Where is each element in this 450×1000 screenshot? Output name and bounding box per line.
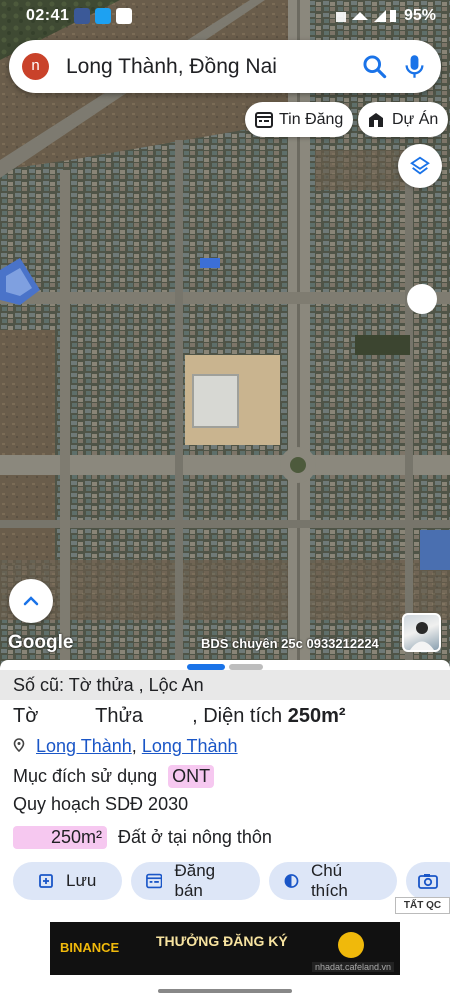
purpose-row: Mục đích sử dụng ONT [13, 765, 215, 788]
purpose-label: Mục đích sử dụng [13, 766, 158, 786]
ad-brand: BINANCE [60, 940, 120, 955]
post-sale-button-label: Đăng bán [174, 861, 216, 900]
chevron-up-icon [23, 596, 39, 606]
area-prefix: , Diện tích [192, 705, 283, 727]
account-avatar[interactable]: n [22, 53, 49, 80]
save-button-label: Lưu [66, 871, 97, 890]
signal-wifi-icon [335, 10, 396, 22]
microphone-icon[interactable] [401, 53, 428, 80]
system-nav-bar [0, 985, 450, 1000]
area-value: 250m² [287, 705, 346, 727]
twitter-icon [95, 8, 111, 24]
planning-area-badge: 250m² [13, 826, 107, 849]
home-gesture-pill[interactable] [158, 989, 292, 993]
planning-label: Quy hoạch SDĐ 2030 [13, 794, 189, 814]
battery-level: 95% [403, 7, 436, 24]
add-bookmark-icon [39, 874, 53, 888]
camera-button[interactable] [406, 862, 450, 900]
expand-up-button[interactable] [9, 579, 53, 623]
city-link[interactable]: Long Thành [142, 736, 238, 756]
old-parcel-row: Số cũ: Tờ thửa , Lộc An [0, 670, 450, 700]
parcel-title: Tờ Thửa , Diện tích 250m² [13, 705, 346, 728]
post-sale-button[interactable]: Đăng bán [131, 861, 260, 900]
sheet-prefix: Tờ [13, 705, 39, 727]
planning-desc: Đất ở tại nông thôn [118, 827, 272, 847]
location-row: Long Thành, Long Thành [13, 736, 238, 757]
legend-button-label: Chú thích [310, 861, 348, 900]
listings-chip[interactable]: Tin Đăng [245, 102, 354, 137]
planning-row: 250m² Đất ở tại nông thôn [13, 826, 272, 849]
ad-banner[interactable]: BINANCE THƯỞNG ĐĂNG KÝ nhadat.cafeland.v… [50, 922, 400, 975]
satellite-map[interactable]: 02:41 95% n Long Thành, Đồng Nai Tin Đăn… [0, 0, 450, 665]
buildings-icon [369, 112, 383, 127]
agent-avatar[interactable] [402, 613, 441, 652]
contrast-icon [284, 874, 299, 888]
scroll-handle[interactable] [407, 284, 437, 314]
layers-button[interactable] [398, 144, 442, 188]
coin-icon [338, 932, 364, 958]
facebook-icon [74, 8, 90, 24]
ad-promo-text: THƯỞNG ĐĂNG KÝ [156, 933, 288, 949]
parcel-info-sheet[interactable]: Số cũ: Tờ thửa , Lộc An Tờ Thửa , Diện t… [0, 660, 450, 920]
system-icons: 95% [335, 7, 436, 25]
location-pin-icon [13, 738, 25, 753]
location-separator: , [131, 736, 137, 756]
listings-chip-label: Tin Đăng [279, 110, 344, 128]
clock: 02:41 [26, 7, 70, 24]
satellite-imagery [0, 0, 450, 665]
legend-button[interactable]: Chú thích [269, 861, 397, 900]
save-button[interactable]: Lưu [13, 862, 122, 900]
search-icon[interactable] [361, 53, 388, 80]
purpose-code-badge: ONT [168, 765, 215, 788]
agent-photo [410, 622, 434, 650]
agent-label[interactable]: BDS chuyên 25c 0933212224 [201, 636, 379, 651]
old-parcel-info: Số cũ: Tờ thửa , Lộc An [13, 675, 204, 695]
layers-icon [410, 156, 430, 175]
status-bar: 02:41 95% [0, 0, 450, 32]
app-icon [116, 8, 132, 24]
search-input[interactable]: Long Thành, Đồng Nai [66, 55, 277, 79]
google-logo: Google [8, 632, 74, 653]
district-link[interactable]: Long Thành [36, 736, 132, 756]
notification-icons [74, 8, 132, 24]
ad-source: nhadat.cafeland.vn [312, 962, 395, 972]
projects-chip[interactable]: Dự Án [358, 102, 449, 137]
action-row: Lưu Đăng bán Chú thích [13, 861, 450, 900]
listing-icon [146, 873, 163, 889]
calendar-list-icon [255, 111, 273, 128]
projects-chip-label: Dự Án [392, 110, 439, 128]
close-ads-button[interactable]: TẤT QC [395, 897, 450, 914]
plot-prefix: Thửa [95, 705, 143, 727]
camera-icon [418, 874, 438, 889]
search-bar[interactable]: n Long Thành, Đồng Nai [9, 40, 441, 93]
